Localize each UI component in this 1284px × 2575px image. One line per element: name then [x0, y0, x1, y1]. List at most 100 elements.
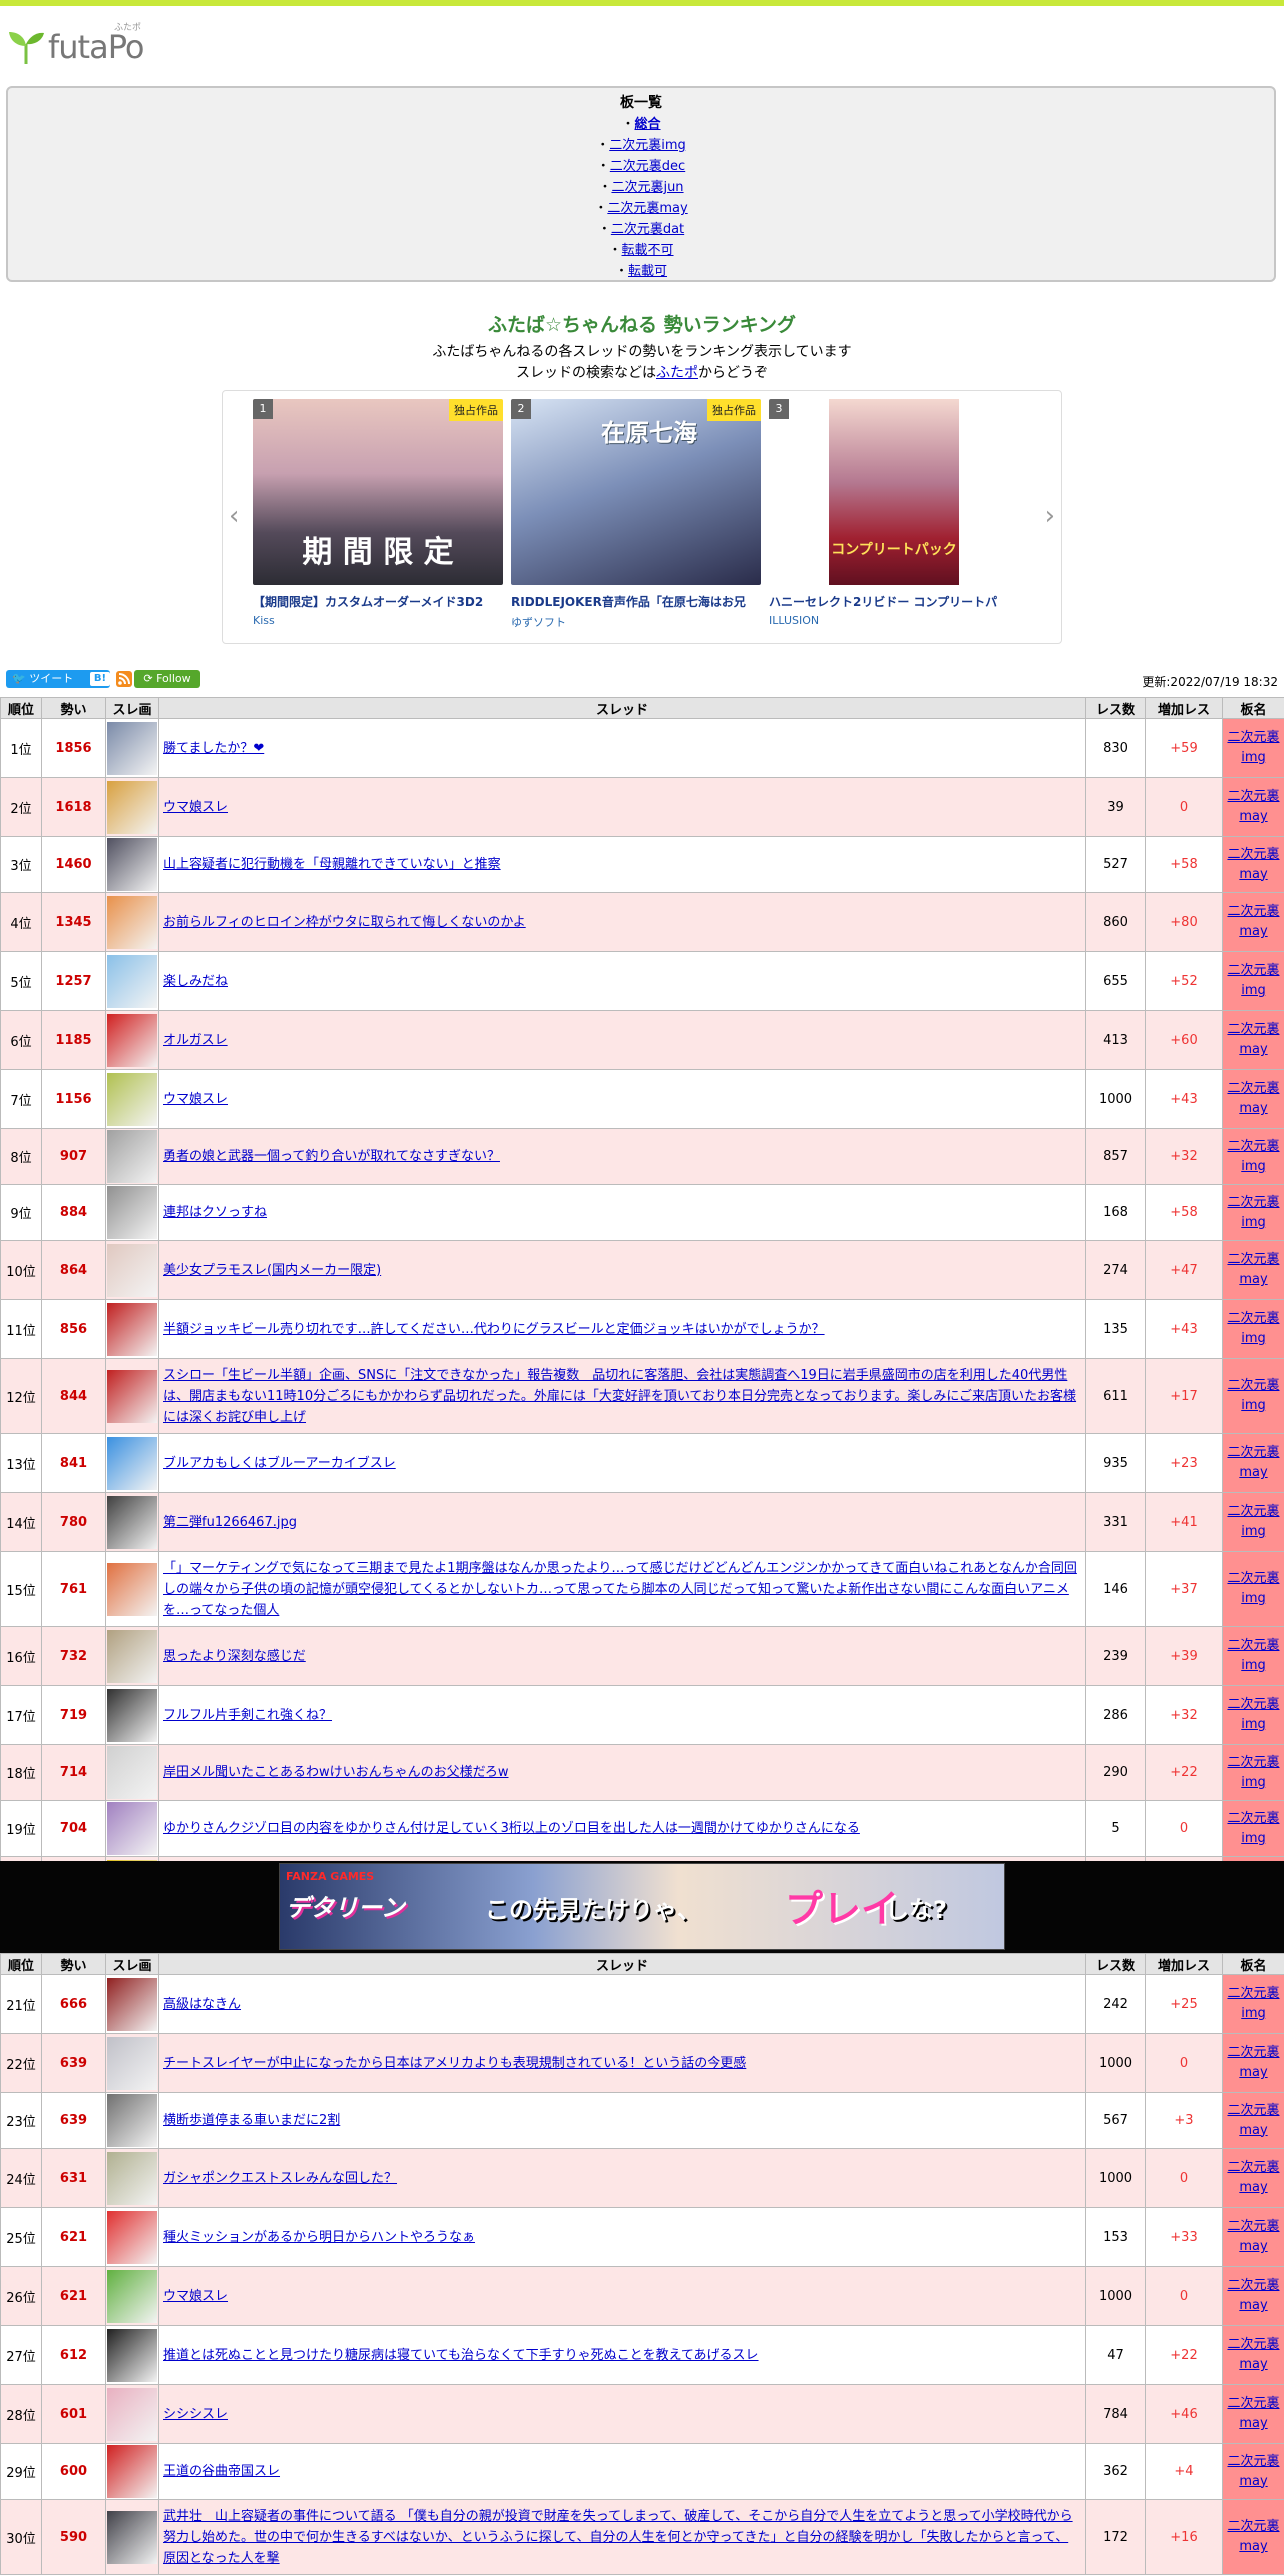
board-link[interactable]: 二次元裏img: [1227, 1139, 1279, 1174]
board-link-jun[interactable]: 二次元裏jun: [611, 180, 683, 195]
thread-link[interactable]: 楽しみだね: [163, 974, 228, 989]
board-link[interactable]: 二次元裏img: [1227, 1697, 1279, 1732]
hatena-bookmark-button[interactable]: B!: [90, 672, 110, 686]
thumbnail-cell[interactable]: [106, 1627, 159, 1686]
thread-thumbnail[interactable]: [107, 838, 157, 891]
carousel-slide-1[interactable]: 1 独占作品 期 間 限 定 【期間限定】カスタムオーダーメイド3D2 Kiss: [253, 399, 503, 627]
thumbnail-cell[interactable]: [106, 1011, 159, 1070]
thread-link[interactable]: お前らルフィのヒロイン枠がウタに取られて悔しくないのかよ: [163, 915, 526, 930]
thread-link[interactable]: オルガスレ: [163, 1033, 228, 1048]
thread-thumbnail[interactable]: [107, 896, 157, 949]
thread-thumbnail[interactable]: [107, 2270, 157, 2323]
board-link[interactable]: 二次元裏img: [1227, 1504, 1279, 1539]
board-link[interactable]: 二次元裏may: [1227, 2278, 1279, 2313]
futapo-link[interactable]: ふたポ: [656, 365, 698, 381]
thumbnail-cell[interactable]: [106, 1686, 159, 1745]
thread-link[interactable]: スシロー「生ビール半額」企画、SNSに「注文できなかった」報告複数 品切れに客落…: [163, 1368, 1076, 1425]
thread-thumbnail[interactable]: [107, 2094, 157, 2147]
thread-thumbnail[interactable]: [107, 1802, 157, 1855]
carousel-slide-3[interactable]: 3 コンプリートパック ハニーセレクト2リビドー コンプリートパ ILLUSIO…: [769, 399, 1019, 627]
thumbnail-cell[interactable]: [106, 1359, 159, 1434]
thumbnail-cell[interactable]: [106, 1434, 159, 1493]
board-link[interactable]: 二次元裏may: [1227, 2103, 1279, 2138]
slide-maker[interactable]: ILLUSION: [769, 614, 1019, 627]
ad-banner-image[interactable]: FANZA GAMES デタリーン この先見たけりゃ、 プレイ しな?: [279, 1863, 1005, 1950]
board-link[interactable]: 二次元裏may: [1227, 1081, 1279, 1116]
thumbnail-cell[interactable]: [106, 778, 159, 837]
thread-link[interactable]: フルフル片手剣これ強くね？: [163, 1708, 332, 1723]
thread-thumbnail[interactable]: [107, 1014, 157, 1067]
thread-link[interactable]: 王道の谷曲帝国スレ: [163, 2464, 280, 2479]
thumbnail-cell[interactable]: [106, 837, 159, 893]
board-link[interactable]: 二次元裏may: [1227, 847, 1279, 882]
thread-thumbnail[interactable]: [107, 2037, 157, 2090]
thread-link[interactable]: 勝てましたか？❤: [163, 741, 264, 756]
thread-link[interactable]: 推道とは死ぬことと見つけたり糖尿病は寝ていても治らなくて下手すりゃ死ぬことを教え…: [163, 2348, 759, 2363]
thread-link[interactable]: チートスレイヤーが中止になったから日本はアメリカよりも表現規制されている！という…: [163, 2056, 746, 2071]
thread-thumbnail[interactable]: [107, 955, 157, 1008]
slide-maker[interactable]: ゆずソフト: [511, 614, 761, 630]
thread-link[interactable]: 半額ジョッキビール売り切れです…許してください…代わりにグラスビールと定価ジョッ…: [163, 1322, 825, 1337]
thread-thumbnail[interactable]: [107, 722, 157, 775]
board-link-no-repost[interactable]: 転載不可: [622, 243, 674, 258]
thread-thumbnail[interactable]: [107, 1073, 157, 1126]
board-link[interactable]: 二次元裏may: [1227, 2454, 1279, 2489]
thread-thumbnail[interactable]: [107, 1746, 157, 1799]
board-link[interactable]: 二次元裏may: [1227, 2396, 1279, 2431]
thumbnail-cell[interactable]: [106, 2208, 159, 2267]
thread-thumbnail[interactable]: [107, 2329, 157, 2382]
thread-link[interactable]: 思ったより深刻な感じだ: [163, 1649, 306, 1664]
board-link-repost[interactable]: 転載可: [628, 264, 667, 279]
thumbnail-cell[interactable]: [106, 2385, 159, 2444]
thread-link[interactable]: 勇者の娘と武器一個って釣り合いが取れてなさすぎない？: [163, 1149, 500, 1164]
board-link[interactable]: 二次元裏img: [1227, 1638, 1279, 1673]
thread-link[interactable]: 横断歩道停まる車いまだに2割: [163, 2113, 340, 2128]
thread-thumbnail[interactable]: [107, 1370, 157, 1423]
board-link[interactable]: 二次元裏may: [1227, 2519, 1279, 2554]
thread-thumbnail[interactable]: [107, 1130, 157, 1183]
thumbnail-cell[interactable]: [106, 2267, 159, 2326]
thread-thumbnail[interactable]: [107, 1978, 157, 2031]
thumbnail-cell[interactable]: [106, 952, 159, 1011]
carousel-prev-icon[interactable]: ‹: [229, 501, 239, 531]
thread-thumbnail[interactable]: [107, 2388, 157, 2441]
board-link[interactable]: 二次元裏may: [1227, 2337, 1279, 2372]
board-link[interactable]: 二次元裏img: [1227, 963, 1279, 998]
thumbnail-cell[interactable]: [106, 1070, 159, 1129]
thumbnail-cell[interactable]: [106, 2093, 159, 2149]
thumbnail-cell[interactable]: [106, 2149, 159, 2208]
thumbnail-cell[interactable]: [106, 1129, 159, 1185]
slide-maker[interactable]: Kiss: [253, 614, 503, 627]
board-link[interactable]: 二次元裏may: [1227, 2045, 1279, 2080]
thread-link[interactable]: ゆかりさんクジゾロ目の内容をゆかりさん付け足していく3桁以上のゾロ目を出した人は…: [163, 1821, 860, 1836]
thread-thumbnail[interactable]: [107, 781, 157, 834]
rss-icon[interactable]: [116, 671, 132, 687]
thread-thumbnail[interactable]: [107, 2211, 157, 2264]
thread-thumbnail[interactable]: [107, 1496, 157, 1549]
thread-link[interactable]: シシシスレ: [163, 2407, 228, 2422]
thread-thumbnail[interactable]: [107, 1244, 157, 1297]
thread-thumbnail[interactable]: [107, 1563, 157, 1616]
thread-link[interactable]: ブルアカもしくはブルーアーカイブスレ: [163, 1456, 396, 1471]
board-link-dec[interactable]: 二次元裏dec: [610, 159, 685, 174]
thread-thumbnail[interactable]: [107, 1303, 157, 1356]
carousel-next-icon[interactable]: ›: [1045, 501, 1055, 531]
thumbnail-cell[interactable]: [106, 1745, 159, 1801]
thumbnail-cell[interactable]: [106, 1185, 159, 1241]
thumbnail-cell[interactable]: [106, 1493, 159, 1552]
board-link-all[interactable]: 総合: [635, 117, 661, 132]
board-link[interactable]: 二次元裏img: [1227, 1571, 1279, 1606]
ad-banner[interactable]: FANZA GAMES デタリーン この先見たけりゃ、 プレイ しな?: [0, 1861, 1284, 1953]
thumbnail-cell[interactable]: [106, 893, 159, 952]
thumbnail-cell[interactable]: [106, 719, 159, 778]
thread-link[interactable]: 武井壮 山上容疑者の事件について語る 「僕も自分の親が投資で財産を失ってしまって…: [163, 2509, 1073, 2566]
thread-thumbnail[interactable]: [107, 2152, 157, 2205]
thread-link[interactable]: 第二弾fu1266467.jpg: [163, 1515, 297, 1530]
thread-link[interactable]: 岸田メル聞いたことあるわwけいおんちゃんのお父様だろw: [163, 1765, 509, 1780]
board-link[interactable]: 二次元裏img: [1227, 1378, 1279, 1413]
site-logo[interactable]: futaPo ふたポ: [6, 22, 146, 66]
board-link-may[interactable]: 二次元裏may: [607, 201, 687, 216]
board-link[interactable]: 二次元裏may: [1227, 2160, 1279, 2195]
thumbnail-cell[interactable]: [106, 1975, 159, 2034]
thumbnail-cell[interactable]: [106, 2500, 159, 2575]
